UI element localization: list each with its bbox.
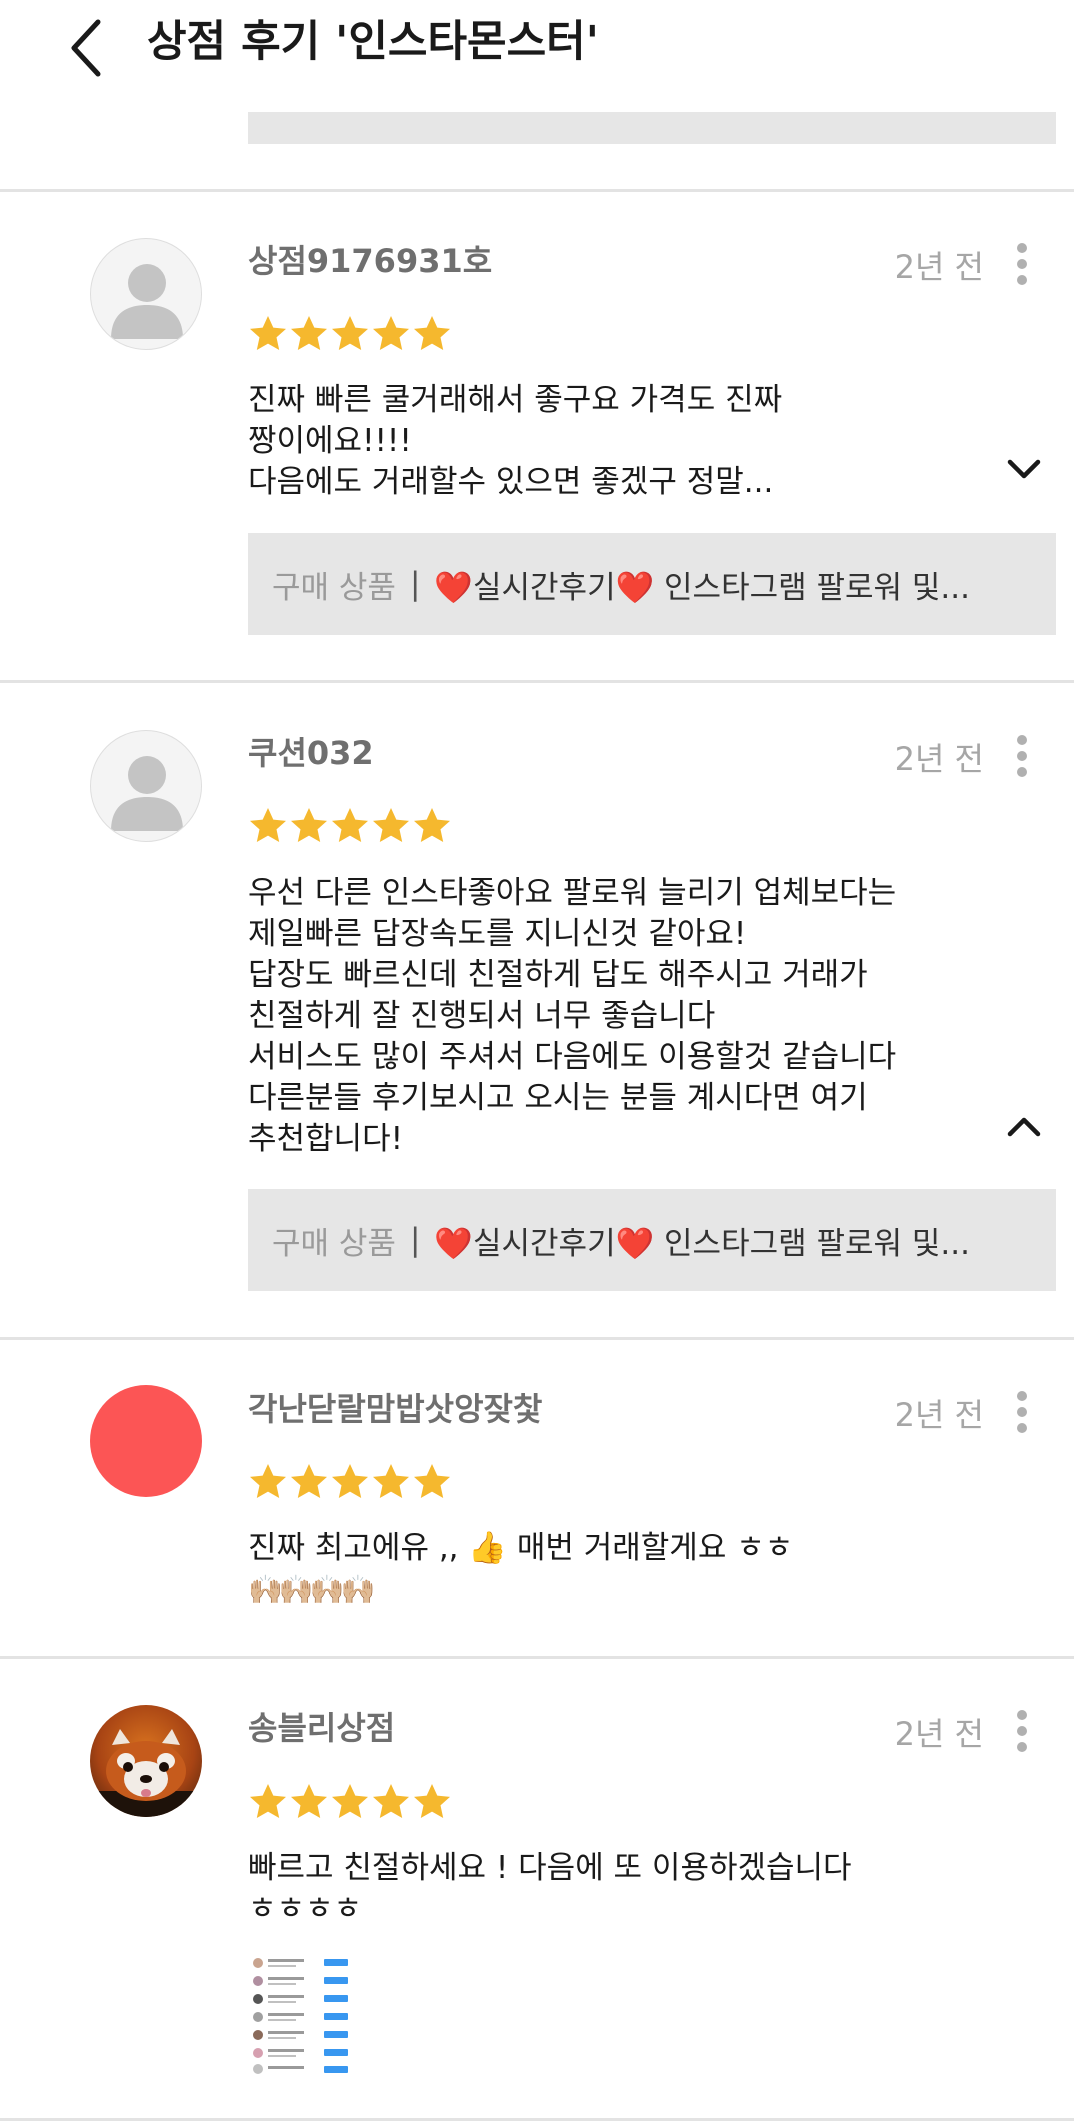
star-rating — [248, 1782, 453, 1822]
review-time: 2년 전 — [894, 1715, 984, 1753]
review-time: 2년 전 — [894, 248, 984, 286]
divider — [0, 1337, 1074, 1340]
reviewer-nickname[interactable]: 송블리상점 — [248, 1706, 395, 1750]
more-options-icon[interactable] — [1010, 1710, 1034, 1756]
page-title: 상점 후기 '인스타몬스터' — [147, 17, 599, 67]
star-icon — [250, 1784, 286, 1818]
red-panda-photo[interactable] — [90, 1705, 202, 1817]
star-rating — [248, 806, 453, 846]
star-icon — [291, 316, 327, 350]
star-icon — [414, 808, 450, 842]
star-icon — [250, 808, 286, 842]
reviewer-nickname[interactable]: 각난닫랄맘밥삿앙잦찿 — [248, 1387, 542, 1431]
review-time: 2년 전 — [894, 740, 984, 778]
review-attached-image[interactable] — [248, 1955, 360, 2075]
star-icon — [332, 316, 368, 350]
divider — [0, 2118, 1074, 2121]
star-icon — [291, 808, 327, 842]
divider — [0, 680, 1074, 683]
separator: | — [409, 566, 421, 602]
red-circle-avatar[interactable] — [90, 1385, 202, 1497]
star-icon — [373, 1464, 409, 1498]
reviewer-nickname[interactable]: 쿠션032 — [248, 731, 374, 775]
default-profile-icon[interactable] — [90, 730, 202, 842]
purchased-product[interactable]: 구매 상품 | ❤️실시간후기❤️ 인스타그램 팔로워 및... — [248, 533, 1056, 635]
separator: | — [409, 1222, 421, 1258]
star-icon — [414, 1784, 450, 1818]
review-time: 2년 전 — [894, 1396, 984, 1434]
more-options-icon[interactable] — [1010, 735, 1034, 781]
star-rating — [248, 1462, 453, 1502]
product-label: 구매 상품 — [272, 1225, 396, 1262]
star-icon — [373, 316, 409, 350]
previous-product-box — [248, 112, 1056, 144]
more-options-icon[interactable] — [1010, 1391, 1034, 1437]
product-name: ❤️실시간후기❤️ 인스타그램 팔로워 및... — [434, 569, 970, 606]
star-icon — [332, 808, 368, 842]
star-icon — [373, 1784, 409, 1818]
chevron-up-icon[interactable] — [1004, 1112, 1044, 1142]
default-profile-icon[interactable] — [90, 238, 202, 350]
star-icon — [291, 1784, 327, 1818]
product-label: 구매 상품 — [272, 569, 396, 606]
emoji-line: 🙌🏼🙌🏼🙌🏼🙌🏼 — [248, 1573, 375, 1606]
star-rating — [248, 314, 453, 354]
review-text: 빠르고 친절하세요 ! 다음에 또 이용하겠습니다 ㅎㅎㅎㅎ — [248, 1850, 852, 1927]
star-icon — [250, 316, 286, 350]
chevron-down-icon[interactable] — [1004, 454, 1044, 484]
star-icon — [291, 1464, 327, 1498]
star-icon — [332, 1784, 368, 1818]
more-options-icon[interactable] — [1010, 243, 1034, 289]
star-icon — [332, 1464, 368, 1498]
header: 상점 후기 '인스타몬스터' — [0, 0, 1074, 96]
star-icon — [373, 808, 409, 842]
divider — [0, 189, 1074, 192]
reviewer-nickname[interactable]: 상점9176931호 — [248, 239, 492, 283]
purchased-product[interactable]: 구매 상품 | ❤️실시간후기❤️ 인스타그램 팔로워 및... — [248, 1189, 1056, 1291]
star-icon — [250, 1464, 286, 1498]
divider — [0, 1656, 1074, 1659]
star-icon — [414, 316, 450, 350]
star-icon — [414, 1464, 450, 1498]
back-icon[interactable] — [60, 8, 116, 80]
review-text: 진짜 최고에유 ,, 👍 매번 거래할게요 ㅎㅎ — [248, 1530, 794, 1566]
review-text: 진짜 빠른 쿨거래해서 좋구요 가격도 진짜 짱이에요!!!! 다음에도 거래할… — [248, 382, 783, 500]
product-name: ❤️실시간후기❤️ 인스타그램 팔로워 및... — [434, 1225, 970, 1262]
review-text: 우선 다른 인스타좋아요 팔로워 늘리기 업체보다는 제일빠른 답장속도를 지니… — [248, 875, 897, 1157]
